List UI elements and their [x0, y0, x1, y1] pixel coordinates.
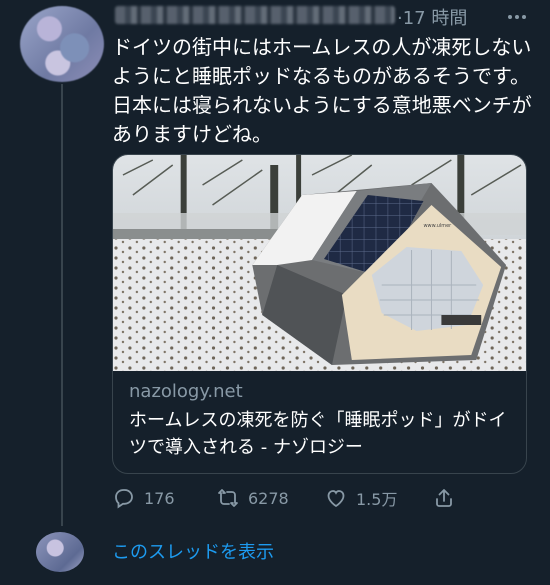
tweet-text: ドイツの街中にはホームレスの人が凍死しないようにと睡眠ポッドなるものがあるそうで… — [112, 35, 532, 146]
card-image: www.ulmer — [113, 155, 526, 371]
retweet-icon — [218, 489, 238, 507]
heart-icon — [327, 490, 345, 508]
tweet-timestamp[interactable]: ·17 時間 — [397, 4, 467, 30]
thread-avatar[interactable] — [36, 532, 84, 572]
avatar[interactable] — [20, 6, 104, 82]
reply-icon — [115, 489, 133, 509]
share-icon — [436, 489, 452, 507]
share-button[interactable] — [432, 486, 456, 510]
like-count: 1.5万 — [356, 490, 398, 509]
svg-text:www.ulmer: www.ulmer — [423, 223, 452, 229]
retweet-button[interactable]: 6278 — [216, 486, 289, 510]
reply-count: 176 — [144, 488, 175, 508]
card-title[interactable]: ホームレスの凍死を防ぐ「睡眠ポッド」がドイツで導入される - ナゾロジー — [129, 407, 510, 461]
retweet-count: 6278 — [248, 488, 289, 508]
like-button[interactable]: 1.5万 — [324, 486, 397, 510]
tweet: ·17 時間 ドイツの街中にはホームレスの人が凍死しないようにと睡眠ポッドなるも… — [0, 0, 550, 585]
link-card[interactable]: www.ulmer nazology.net ホームレスの凍死を防ぐ「睡眠ポッド… — [112, 154, 527, 474]
more-icon[interactable] — [502, 6, 532, 28]
thread-line — [61, 84, 63, 526]
action-bar: 176 6278 1.5万 — [112, 484, 532, 512]
reply-button[interactable]: 176 — [112, 486, 175, 510]
show-thread-link[interactable]: このスレッドを表示 — [112, 538, 274, 564]
card-domain[interactable]: nazology.net — [129, 379, 510, 405]
author-name-blurred[interactable] — [115, 6, 395, 24]
